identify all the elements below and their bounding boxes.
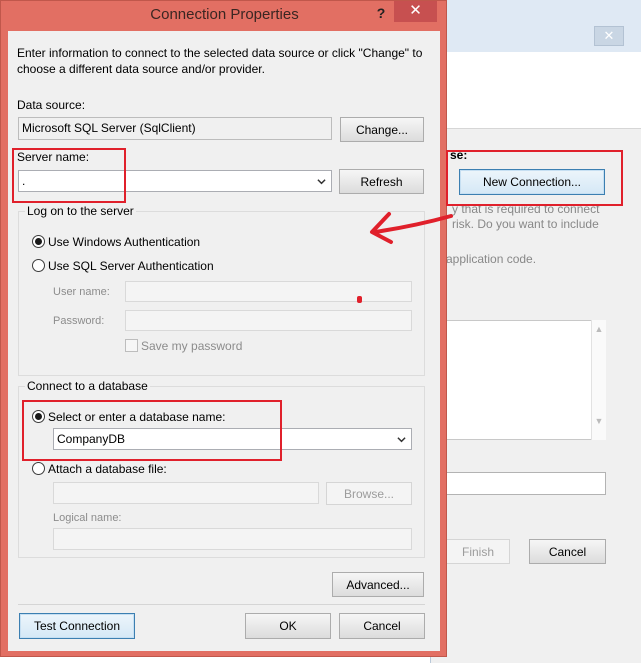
- attach-database-radio[interactable]: [32, 462, 45, 475]
- background-wizard-dialog: ✕ se: New Connection... y that is requir…: [430, 0, 641, 663]
- chevron-down-icon[interactable]: [397, 435, 406, 444]
- data-source-field: Microsoft SQL Server (SqlClient): [18, 117, 332, 140]
- database-group-title: Connect to a database: [25, 379, 150, 393]
- annotation-box-database-name: [22, 400, 282, 461]
- background-scrollbar[interactable]: ▲ ▼: [591, 320, 606, 440]
- annotation-box-new-connection: [446, 150, 623, 206]
- background-text-fragment: application code.: [446, 252, 537, 266]
- logical-name-label: Logical name:: [53, 512, 122, 524]
- footer-divider: [18, 604, 425, 605]
- scroll-down-icon[interactable]: ▼: [592, 416, 606, 426]
- refresh-button[interactable]: Refresh: [339, 169, 424, 194]
- password-field[interactable]: [125, 310, 412, 331]
- dialog-client-area: Enter information to connect to the sele…: [8, 31, 440, 651]
- background-cancel-button[interactable]: Cancel: [529, 539, 606, 564]
- cancel-button[interactable]: Cancel: [339, 613, 425, 639]
- user-name-label: User name:: [53, 286, 110, 298]
- annotation-arrow-icon: [370, 212, 453, 244]
- background-close-icon[interactable]: ✕: [594, 26, 624, 46]
- background-header-panel: [446, 52, 641, 129]
- close-icon[interactable]: ✕: [394, 1, 437, 22]
- ok-button[interactable]: OK: [245, 613, 331, 639]
- annotation-dot: [357, 296, 362, 303]
- annotation-box-server-name: [12, 148, 126, 203]
- save-password-checkbox[interactable]: [125, 339, 138, 352]
- background-text-fragment: risk. Do you want to include: [452, 217, 599, 231]
- help-icon[interactable]: ?: [371, 3, 391, 23]
- save-password-label: Save my password: [141, 339, 243, 353]
- background-textbox[interactable]: [446, 472, 606, 495]
- change-button[interactable]: Change...: [340, 117, 424, 142]
- finish-button[interactable]: Finish: [446, 539, 510, 564]
- data-source-label: Data source:: [17, 98, 86, 112]
- windows-auth-label[interactable]: Use Windows Authentication: [48, 235, 200, 249]
- connection-properties-dialog: Connection Properties ? ✕ Enter informat…: [0, 0, 447, 657]
- logical-name-field[interactable]: [53, 528, 412, 550]
- sql-auth-label[interactable]: Use SQL Server Authentication: [48, 259, 214, 273]
- logon-group-title: Log on to the server: [25, 204, 136, 218]
- chevron-down-icon[interactable]: [317, 177, 326, 186]
- background-listbox[interactable]: [446, 320, 606, 440]
- password-label: Password:: [53, 315, 105, 327]
- user-name-field[interactable]: [125, 281, 412, 302]
- test-connection-button[interactable]: Test Connection: [19, 613, 135, 639]
- attach-database-label[interactable]: Attach a database file:: [48, 462, 167, 476]
- database-file-field[interactable]: [53, 482, 319, 504]
- intro-text: Enter information to connect to the sele…: [17, 46, 423, 76]
- windows-auth-radio[interactable]: [32, 235, 45, 248]
- scroll-up-icon[interactable]: ▲: [592, 324, 606, 334]
- advanced-button[interactable]: Advanced...: [332, 572, 424, 597]
- sql-auth-radio[interactable]: [32, 259, 45, 272]
- browse-button[interactable]: Browse...: [326, 482, 412, 505]
